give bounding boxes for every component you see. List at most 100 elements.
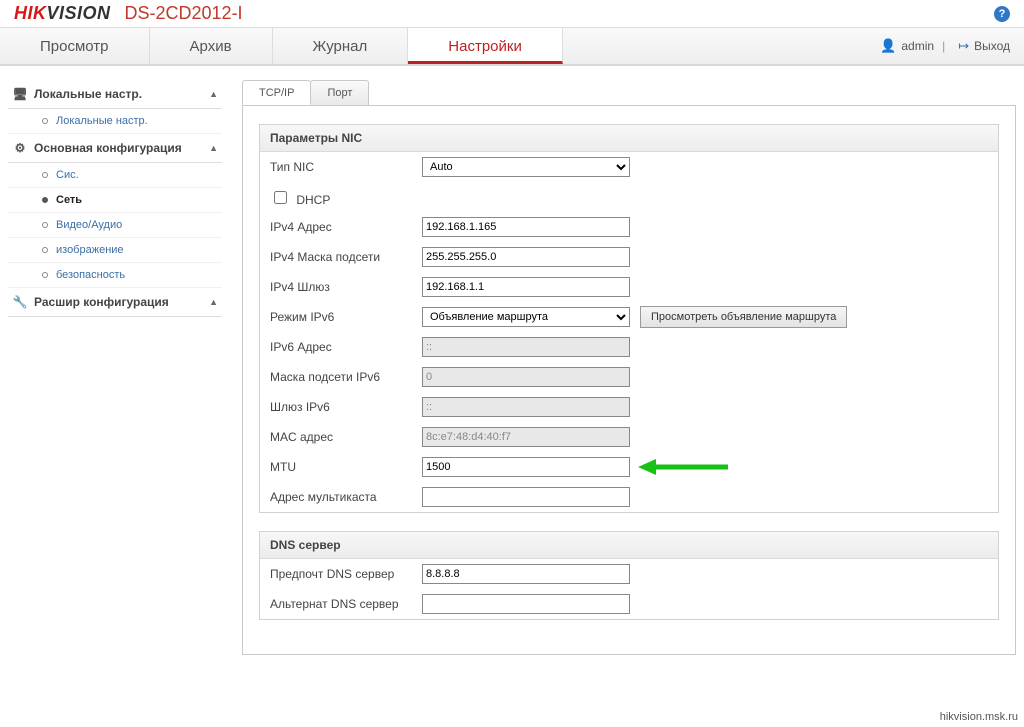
brand-logo: HIKVISION xyxy=(14,3,111,24)
row-nic-type: Тип NIC Auto xyxy=(260,152,998,182)
wrench-icon: 🔧 xyxy=(12,295,28,309)
bullet-icon xyxy=(42,272,48,278)
label-ipv6-gw: Шлюз IPv6 xyxy=(270,400,422,414)
nav-tab-log[interactable]: Журнал xyxy=(273,28,409,64)
sidebar-item-label: Сеть xyxy=(56,194,82,206)
input-dns-pref[interactable] xyxy=(422,564,630,584)
section-nic: Параметры NIC Тип NIC Auto DHCP IPv4 Адр… xyxy=(259,124,999,513)
row-ipv6-mode: Режим IPv6 Объявление маршрута Просмотре… xyxy=(260,302,998,332)
nav-tab-archive[interactable]: Архив xyxy=(150,28,273,64)
row-ipv4-gw: IPv4 Шлюз xyxy=(260,272,998,302)
row-ipv6-gw: Шлюз IPv6 xyxy=(260,392,998,422)
sidebar-item-image[interactable]: изображение xyxy=(8,238,222,263)
section-title-nic: Параметры NIC xyxy=(260,125,998,152)
sidebar-group-label: Основная конфигурация xyxy=(34,141,182,155)
main-nav: Просмотр Архив Журнал Настройки 👤 admin … xyxy=(0,28,1024,66)
section-dns: DNS сервер Предпочт DNS сервер Альтернат… xyxy=(259,531,999,620)
sidebar-item-label: Видео/Аудио xyxy=(56,219,122,231)
row-ipv6-addr: IPv6 Адрес xyxy=(260,332,998,362)
nav-right: 👤 admin | ↦ Выход xyxy=(875,28,1024,64)
sidebar-group-label: Расшир конфигурация xyxy=(34,295,169,309)
select-nic-type[interactable]: Auto xyxy=(422,157,630,177)
button-view-route-advert[interactable]: Просмотреть объявление маршрута xyxy=(640,306,847,328)
sidebar-item-video-audio[interactable]: Видео/Аудио xyxy=(8,213,222,238)
label-ipv4-addr: IPv4 Адрес xyxy=(270,220,422,234)
nav-tab-preview[interactable]: Просмотр xyxy=(0,28,150,64)
row-ipv4-addr: IPv4 Адрес xyxy=(260,212,998,242)
input-ipv4-gw[interactable] xyxy=(422,277,630,297)
sidebar-item-security[interactable]: безопасность xyxy=(8,263,222,288)
nav-separator: | xyxy=(942,39,945,53)
label-ipv6-mode: Режим IPv6 xyxy=(270,310,422,324)
content: TCP/IP Порт Параметры NIC Тип NIC Auto D… xyxy=(242,80,1016,655)
annotation-arrow xyxy=(638,459,718,475)
chevron-up-icon: ▲ xyxy=(209,143,218,153)
monitor-icon: 🖥 xyxy=(12,87,28,101)
input-ipv6-addr xyxy=(422,337,630,357)
input-ipv6-mask xyxy=(422,367,630,387)
input-ipv4-mask[interactable] xyxy=(422,247,630,267)
body-area: 🖥 Локальные настр. ▲ Локальные настр. ⚙ … xyxy=(0,66,1024,663)
label-dns-alt: Альтернат DNS сервер xyxy=(270,597,422,611)
row-dhcp: DHCP xyxy=(260,182,998,212)
label-mtu: MTU xyxy=(270,460,422,474)
sidebar-item-label: безопасность xyxy=(56,269,125,281)
device-model: DS-2CD2012-I xyxy=(125,3,243,24)
bullet-icon xyxy=(42,222,48,228)
sidebar-group-label: Локальные настр. xyxy=(34,87,142,101)
label-ipv6-addr: IPv6 Адрес xyxy=(270,340,422,354)
settings-panel: Параметры NIC Тип NIC Auto DHCP IPv4 Адр… xyxy=(242,106,1016,655)
bullet-icon xyxy=(42,247,48,253)
input-multicast[interactable] xyxy=(422,487,630,507)
subtab-tcpip[interactable]: TCP/IP xyxy=(242,80,311,105)
brand-vision: VISION xyxy=(47,3,111,23)
brand-hik: HIK xyxy=(14,3,47,23)
input-ipv6-gw xyxy=(422,397,630,417)
label-ipv4-mask: IPv4 Маска подсети xyxy=(270,250,422,264)
label-ipv4-gw: IPv4 Шлюз xyxy=(270,280,422,294)
watermark: hikvision.msk.ru xyxy=(940,711,1018,723)
sidebar-item-label: Локальные настр. xyxy=(56,115,148,127)
label-dhcp: DHCP xyxy=(296,193,330,207)
row-dns-pref: Предпочт DNS сервер xyxy=(260,559,998,589)
sidebar-item-system[interactable]: Сис. xyxy=(8,163,222,188)
sidebar-group-local[interactable]: 🖥 Локальные настр. ▲ xyxy=(8,80,222,109)
sidebar-item-local-settings[interactable]: Локальные настр. xyxy=(8,109,222,134)
label-dns-pref: Предпочт DNS сервер xyxy=(270,567,422,581)
subtabs: TCP/IP Порт xyxy=(242,80,1016,106)
row-mtu: MTU xyxy=(260,452,998,482)
input-mtu[interactable] xyxy=(422,457,630,477)
user-icon: 👤 xyxy=(880,38,896,54)
chevron-up-icon: ▲ xyxy=(209,89,218,99)
input-mac xyxy=(422,427,630,447)
nav-tab-settings[interactable]: Настройки xyxy=(408,28,563,64)
sidebar-group-advanced[interactable]: 🔧 Расшир конфигурация ▲ xyxy=(8,288,222,317)
current-user: admin xyxy=(901,39,934,53)
row-ipv6-mask: Маска подсети IPv6 xyxy=(260,362,998,392)
bullet-icon xyxy=(42,172,48,178)
sidebar: 🖥 Локальные настр. ▲ Локальные настр. ⚙ … xyxy=(8,80,222,317)
top-bar: HIKVISION DS-2CD2012-I ? xyxy=(0,0,1024,28)
label-dhcp-wrap: DHCP xyxy=(270,188,422,207)
sidebar-item-label: изображение xyxy=(56,244,124,256)
label-mac: MAC адрес xyxy=(270,430,422,444)
row-multicast: Адрес мультикаста xyxy=(260,482,998,512)
row-dns-alt: Альтернат DNS сервер xyxy=(260,589,998,619)
checkbox-dhcp[interactable] xyxy=(274,191,287,204)
sidebar-group-basic[interactable]: ⚙ Основная конфигурация ▲ xyxy=(8,134,222,163)
gear-icon: ⚙ xyxy=(12,141,28,155)
logout-link[interactable]: Выход xyxy=(974,39,1010,53)
label-ipv6-mask: Маска подсети IPv6 xyxy=(270,370,422,384)
input-dns-alt[interactable] xyxy=(422,594,630,614)
chevron-up-icon: ▲ xyxy=(209,297,218,307)
subtab-port[interactable]: Порт xyxy=(310,80,369,105)
bullet-icon xyxy=(42,118,48,124)
input-ipv4-addr[interactable] xyxy=(422,217,630,237)
label-nic-type: Тип NIC xyxy=(270,160,422,174)
sidebar-item-network[interactable]: Сеть xyxy=(8,188,222,213)
help-icon[interactable]: ? xyxy=(994,6,1010,22)
row-ipv4-mask: IPv4 Маска подсети xyxy=(260,242,998,272)
select-ipv6-mode[interactable]: Объявление маршрута xyxy=(422,307,630,327)
logout-icon: ↦ xyxy=(958,38,969,54)
section-title-dns: DNS сервер xyxy=(260,532,998,559)
